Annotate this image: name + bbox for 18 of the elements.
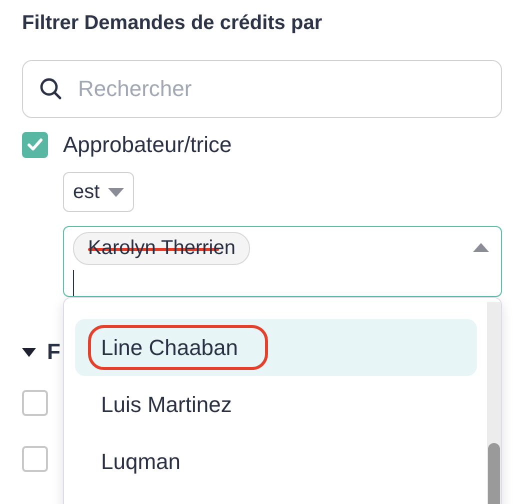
caret-icon xyxy=(108,188,124,196)
checkbox[interactable] xyxy=(22,132,48,158)
caret-icon xyxy=(473,243,489,252)
scrollbar[interactable] xyxy=(487,302,501,504)
dropdown-option[interactable]: Luqman xyxy=(75,433,477,490)
dropdown-option[interactable]: Luis Martinez xyxy=(75,376,477,433)
caret-icon[interactable] xyxy=(22,348,36,356)
dropdown-option[interactable]: Line Chaaban xyxy=(75,319,477,376)
check-icon xyxy=(27,138,43,152)
text-cursor xyxy=(73,270,74,296)
operator-dropdown[interactable]: est xyxy=(63,172,134,212)
checkbox[interactable] xyxy=(22,390,48,416)
filter-label: Approbateur/trice xyxy=(63,132,232,158)
search-icon xyxy=(39,77,63,101)
section-title: F xyxy=(47,339,60,365)
checkbox[interactable] xyxy=(22,446,48,472)
search-field[interactable]: Rechercher xyxy=(22,60,502,118)
filter-heading: Filtrer Demandes de crédits par xyxy=(22,11,324,36)
